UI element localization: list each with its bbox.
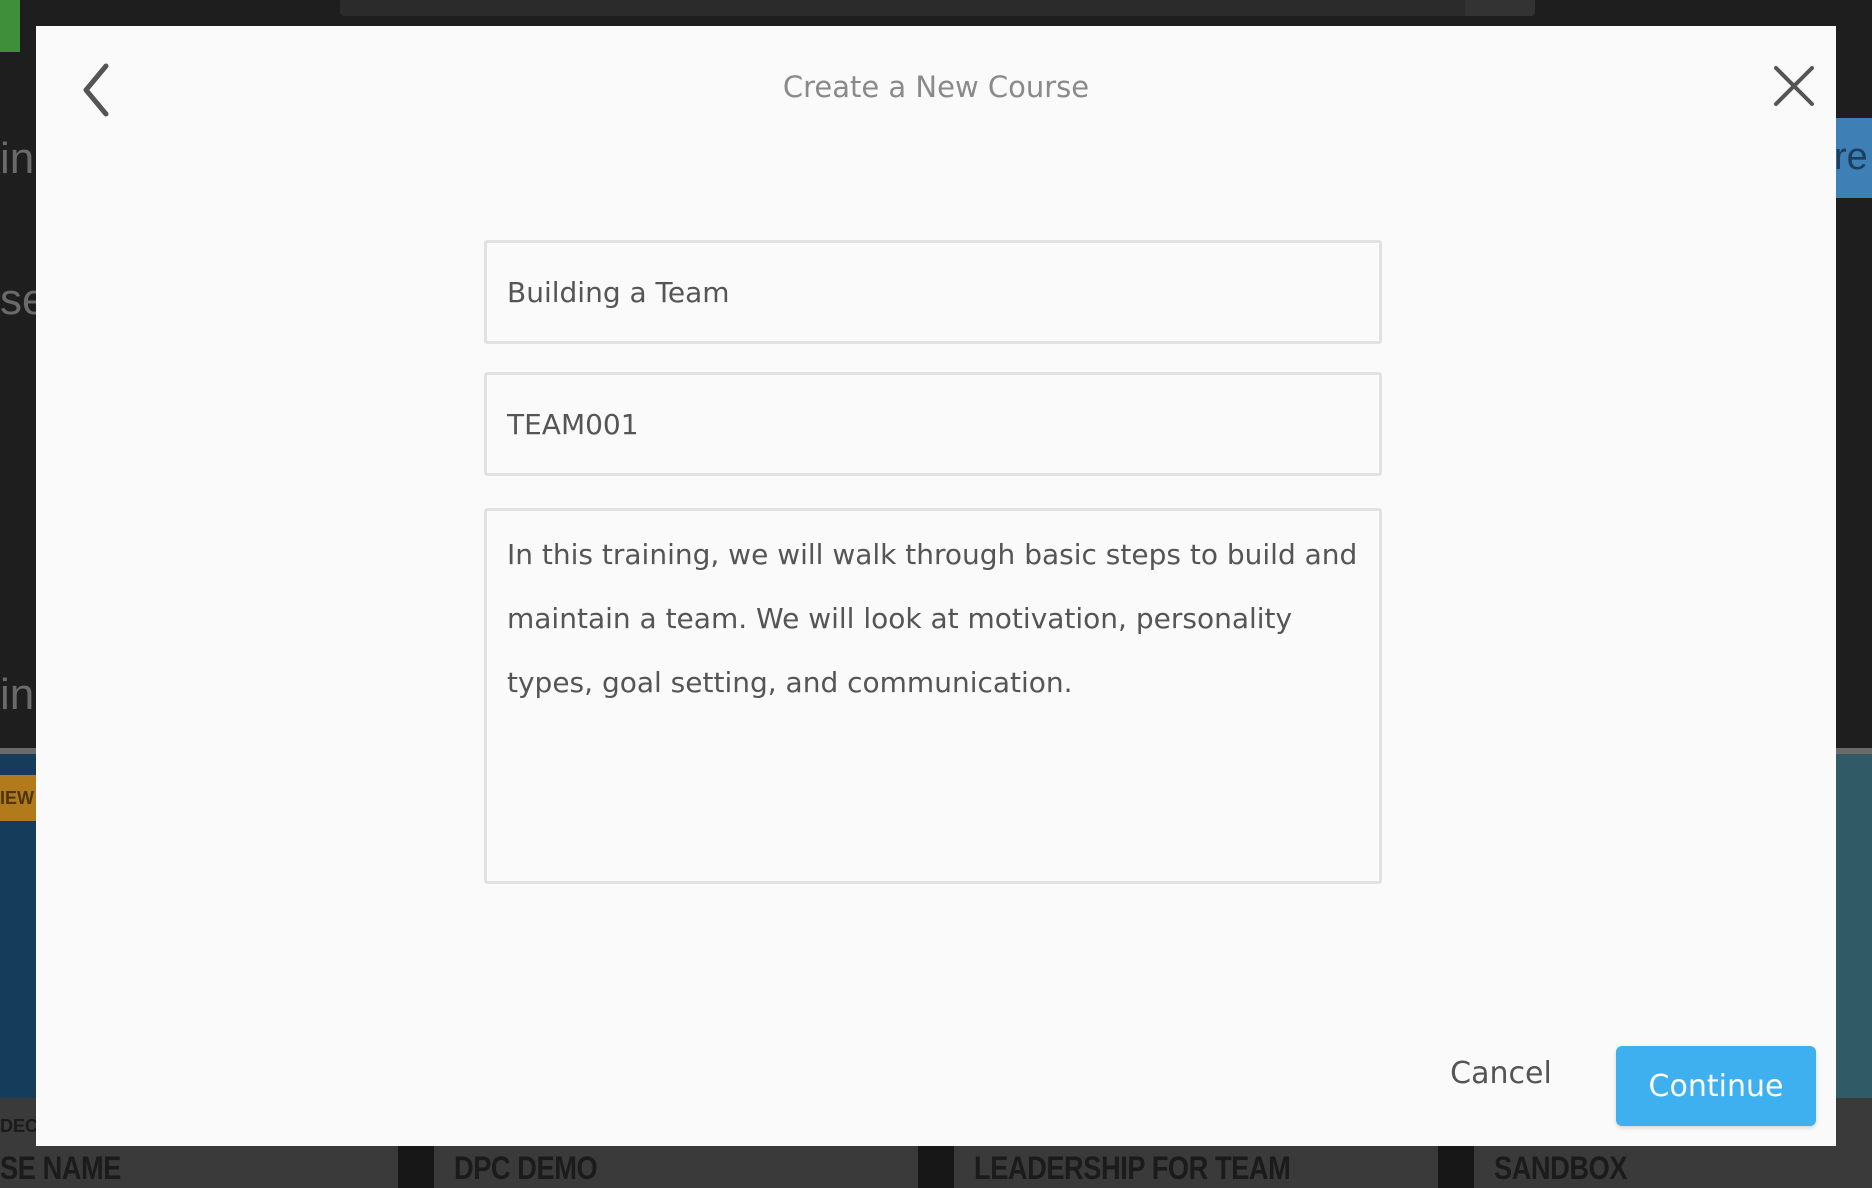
course-name-input[interactable] [484, 240, 1382, 344]
background-card-gap [1438, 1146, 1474, 1188]
background-search-bar [340, 0, 1535, 16]
background-card-gap [398, 1146, 434, 1188]
background-create-button: re [1830, 118, 1872, 198]
cancel-button[interactable]: Cancel [1436, 1048, 1566, 1098]
background-course-card-title: SANDBOX [1494, 1150, 1628, 1186]
background-course-card-title: DPC DEMO [454, 1150, 598, 1186]
background-new-badge: IEW [0, 775, 38, 821]
background-course-code: DEC [0, 1116, 39, 1136]
background-card-gap [918, 1146, 954, 1188]
create-course-modal: Create a New Course In this training, we… [36, 26, 1836, 1146]
course-description-input[interactable]: In this training, we will walk through b… [484, 508, 1382, 884]
course-code-input[interactable] [484, 372, 1382, 476]
background-card-image [1836, 754, 1872, 1098]
close-icon [1774, 66, 1814, 106]
background-course-card-title: SE NAME [0, 1150, 121, 1186]
modal-title: Create a New Course [782, 70, 1090, 104]
background-course-card-title: LEADERSHIP FOR TEAM [974, 1150, 1291, 1186]
background-search-button [1465, 0, 1535, 16]
background-accent [0, 0, 20, 52]
continue-button[interactable]: Continue [1616, 1046, 1816, 1126]
close-button[interactable] [1764, 56, 1824, 116]
